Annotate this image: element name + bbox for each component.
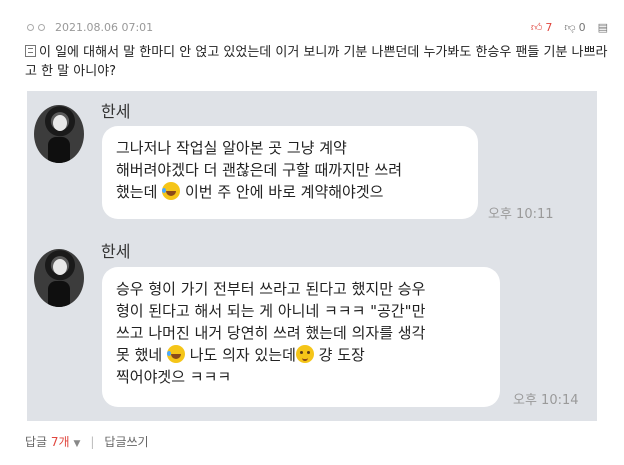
comment-footer: 답글 7개 ▼ | 답글쓰기	[25, 433, 149, 450]
caret-down-icon: ▼	[73, 439, 81, 449]
message-text: 이번 주 안에 바로 계약해야겟으	[184, 183, 384, 201]
chat-screenshot: 한세 그나저나 작업실 알아본 곳 그냥 계약 해버려야겠다 더 괜찮은데 구할…	[27, 91, 597, 421]
message-line: 못 했네 나도 의자 있는데 걍 도장	[116, 344, 486, 366]
message-text: 못 했네	[116, 346, 163, 364]
reply-label: 답글	[25, 435, 48, 449]
comment-actions: 👍︎ 7 👎︎ 0 ▤	[531, 21, 608, 34]
comment-date: 2021.08.06 07:01	[55, 20, 154, 34]
message-line: 쓰고 나머진 내거 당연히 쓰려 했는데 의자를 생각	[116, 324, 426, 342]
laughing-emoji-icon	[162, 182, 181, 200]
sender-name: 한세	[101, 242, 131, 261]
message-text: 나도 의자 있는데	[189, 346, 296, 364]
avatar	[34, 105, 84, 163]
avatar	[34, 249, 84, 307]
comment-meta: 2021.08.06 07:01 👍︎ 7 👎︎ 0 ▤	[27, 19, 608, 35]
thumbs-down-icon: 👎︎	[564, 20, 576, 34]
message-text: 걍 도장	[318, 346, 365, 364]
divider: |	[90, 434, 95, 449]
comment-text: 이 일에 대해서 말 한마디 안 얹고 있었는데 이거 보니까 기분 나쁜던데 …	[25, 45, 608, 79]
message-bubble: 그나저나 작업실 알아본 곳 그냥 계약 해버려야겠다 더 괜찮은데 구할 때까…	[102, 126, 478, 219]
user-dots	[27, 23, 45, 31]
like-button[interactable]: 👍︎ 7	[531, 21, 553, 34]
circle-icon	[27, 23, 34, 31]
circle-icon	[38, 23, 45, 31]
message-line: 그나저나 작업실 알아본 곳 그냥 계약	[116, 139, 347, 157]
message-line: 해버려야겠다 더 괜찮은데 구할 때까지만 쓰려	[116, 161, 403, 179]
bookmark-icon[interactable]: ▤	[598, 22, 608, 33]
message-line: 승우 형이 가기 전부터 쓰라고 된다고 했지만 승우	[116, 280, 426, 298]
message-line: 형이 된다고 해서 되는 게 아니네 ㅋㅋㅋ "공간"만	[116, 302, 426, 320]
message-bubble: 승우 형이 가기 전부터 쓰라고 된다고 했지만 승우 형이 된다고 해서 되는…	[102, 267, 500, 407]
message-line: 찍어야겟으 ㅋㅋㅋ	[116, 368, 232, 386]
wink-emoji-icon	[295, 345, 314, 363]
message-time: 오후 10:11	[488, 207, 554, 222]
comment-body: 이 일에 대해서 말 한마디 안 얹고 있었는데 이거 보니까 기분 나쁜던데 …	[25, 43, 615, 81]
image-icon	[25, 45, 36, 57]
sender-name: 한세	[101, 102, 131, 121]
message-time: 오후 10:14	[513, 393, 579, 408]
thumbs-up-icon: 👍︎	[530, 20, 543, 34]
dislike-button[interactable]: 👎︎ 0	[564, 21, 585, 34]
reply-toggle[interactable]: 답글 7개 ▼	[25, 433, 80, 450]
like-count: 7	[545, 20, 553, 34]
dislike-count: 0	[578, 20, 586, 34]
message-line: 했는데 이번 주 안에 바로 계약해야겟으	[116, 181, 464, 203]
reply-count: 7개	[50, 435, 70, 449]
message-text: 했는데	[116, 183, 158, 201]
laughing-emoji-icon	[166, 345, 185, 363]
write-reply-link[interactable]: 답글쓰기	[104, 433, 148, 450]
